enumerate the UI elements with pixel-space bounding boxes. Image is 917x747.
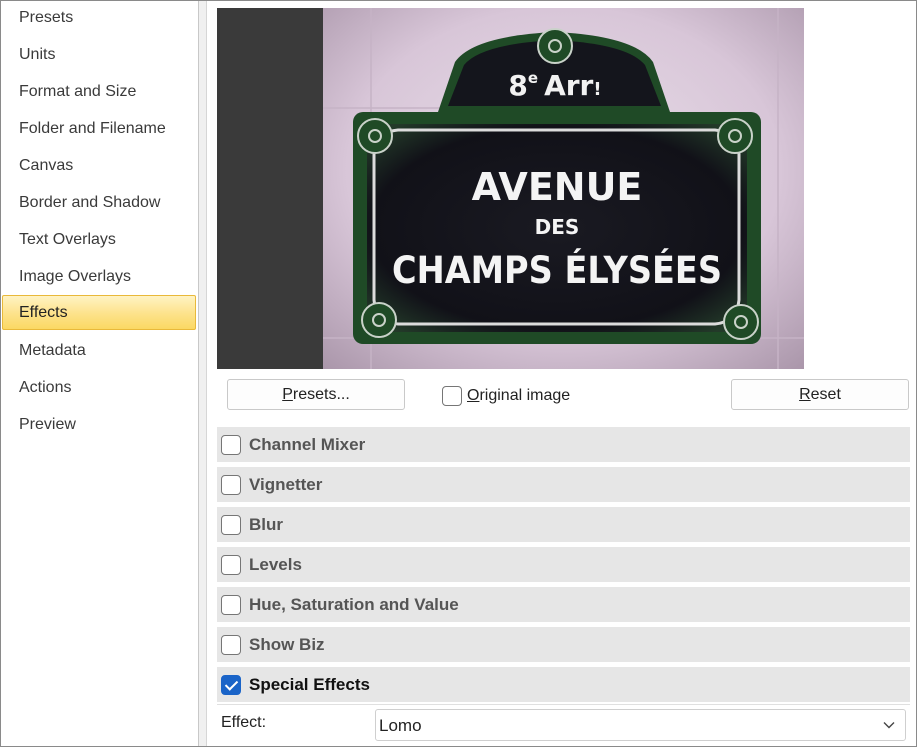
svg-text:8eArr!: 8e Arr!	[508, 69, 601, 102]
sidebar-item-image-overlays[interactable]: Image Overlays	[2, 259, 196, 294]
sidebar-item-format-and-size[interactable]: Format and Size	[2, 74, 196, 109]
section-hue-saturation-value[interactable]: Hue, Saturation and Value	[217, 587, 910, 622]
effect-select-value: Lomo	[379, 716, 422, 735]
splitter[interactable]	[199, 1, 207, 746]
sign-district-mark: !	[593, 79, 601, 100]
sidebar-nav: Presets Units Format and Size Folder and…	[1, 1, 199, 746]
sidebar-item-preview[interactable]: Preview	[2, 407, 196, 442]
reset-button-accel: R	[799, 386, 811, 403]
section-blur[interactable]: Blur	[217, 507, 910, 542]
sidebar-item-actions[interactable]: Actions	[2, 370, 196, 405]
sidebar-item-metadata[interactable]: Metadata	[2, 333, 196, 368]
sidebar-item-units[interactable]: Units	[2, 37, 196, 72]
presets-button-accel: P	[282, 386, 293, 403]
channel-mixer-checkbox[interactable]	[221, 434, 241, 455]
levels-checkbox[interactable]	[221, 554, 241, 575]
section-levels[interactable]: Levels	[217, 547, 910, 582]
show-biz-checkbox[interactable]	[221, 634, 241, 655]
presets-button[interactable]: Presets...	[227, 379, 405, 410]
section-channel-mixer[interactable]: Channel Mixer	[217, 427, 910, 462]
original-image-toggle[interactable]: Original image	[442, 385, 570, 407]
section-show-biz[interactable]: Show Biz	[217, 627, 910, 662]
chevron-down-icon	[883, 722, 895, 729]
sidebar-item-text-overlays[interactable]: Text Overlays	[2, 222, 196, 257]
app-window: Presets Units Format and Size Folder and…	[0, 0, 917, 747]
original-image-label: Original image	[467, 387, 571, 404]
blur-checkbox[interactable]	[221, 514, 241, 535]
effect-select[interactable]: Lomo	[375, 709, 906, 741]
section-label: Blur	[249, 514, 283, 534]
sidebar-item-folder-and-filename[interactable]: Folder and Filename	[2, 111, 196, 146]
image-preview: 8e Arr! AVENUE DES CHAMPS ÉLYSÉES	[217, 8, 804, 369]
sign-district-word: Arr	[544, 69, 593, 102]
presets-button-label: resets...	[292, 386, 350, 403]
effect-label: Effect:	[221, 714, 267, 731]
sign-line-1: AVENUE	[472, 165, 643, 209]
section-label: Levels	[249, 554, 302, 574]
special-effects-checkbox[interactable]	[221, 674, 241, 695]
section-label: Vignetter	[249, 474, 323, 494]
section-special-effects[interactable]: Special Effects	[217, 667, 910, 702]
section-label: Hue, Saturation and Value	[249, 594, 459, 614]
reset-button-label: eset	[810, 386, 841, 403]
original-image-checkbox[interactable]	[442, 386, 462, 406]
sidebar-item-presets[interactable]: Presets	[2, 0, 196, 35]
section-label: Channel Mixer	[249, 434, 366, 454]
hue-saturation-value-checkbox[interactable]	[221, 594, 241, 615]
preview-photo: 8e Arr! AVENUE DES CHAMPS ÉLYSÉES	[323, 8, 804, 369]
section-vignetter[interactable]: Vignetter	[217, 467, 910, 502]
effect-row: Effect: Lomo	[217, 704, 910, 744]
sidebar-item-effects[interactable]: Effects	[2, 295, 196, 330]
section-label: Show Biz	[249, 634, 325, 654]
vignetter-checkbox[interactable]	[221, 474, 241, 495]
sign-district-suffix: e	[528, 69, 538, 87]
section-label: Special Effects	[249, 674, 370, 694]
sign-line-3: CHAMPS ÉLYSÉES	[392, 248, 722, 292]
sidebar-item-border-and-shadow[interactable]: Border and Shadow	[2, 185, 196, 220]
sign-district-number: 8	[508, 69, 527, 102]
sign-line-2: DES	[535, 215, 580, 239]
reset-button[interactable]: Reset	[731, 379, 909, 410]
sidebar-item-canvas[interactable]: Canvas	[2, 148, 196, 183]
